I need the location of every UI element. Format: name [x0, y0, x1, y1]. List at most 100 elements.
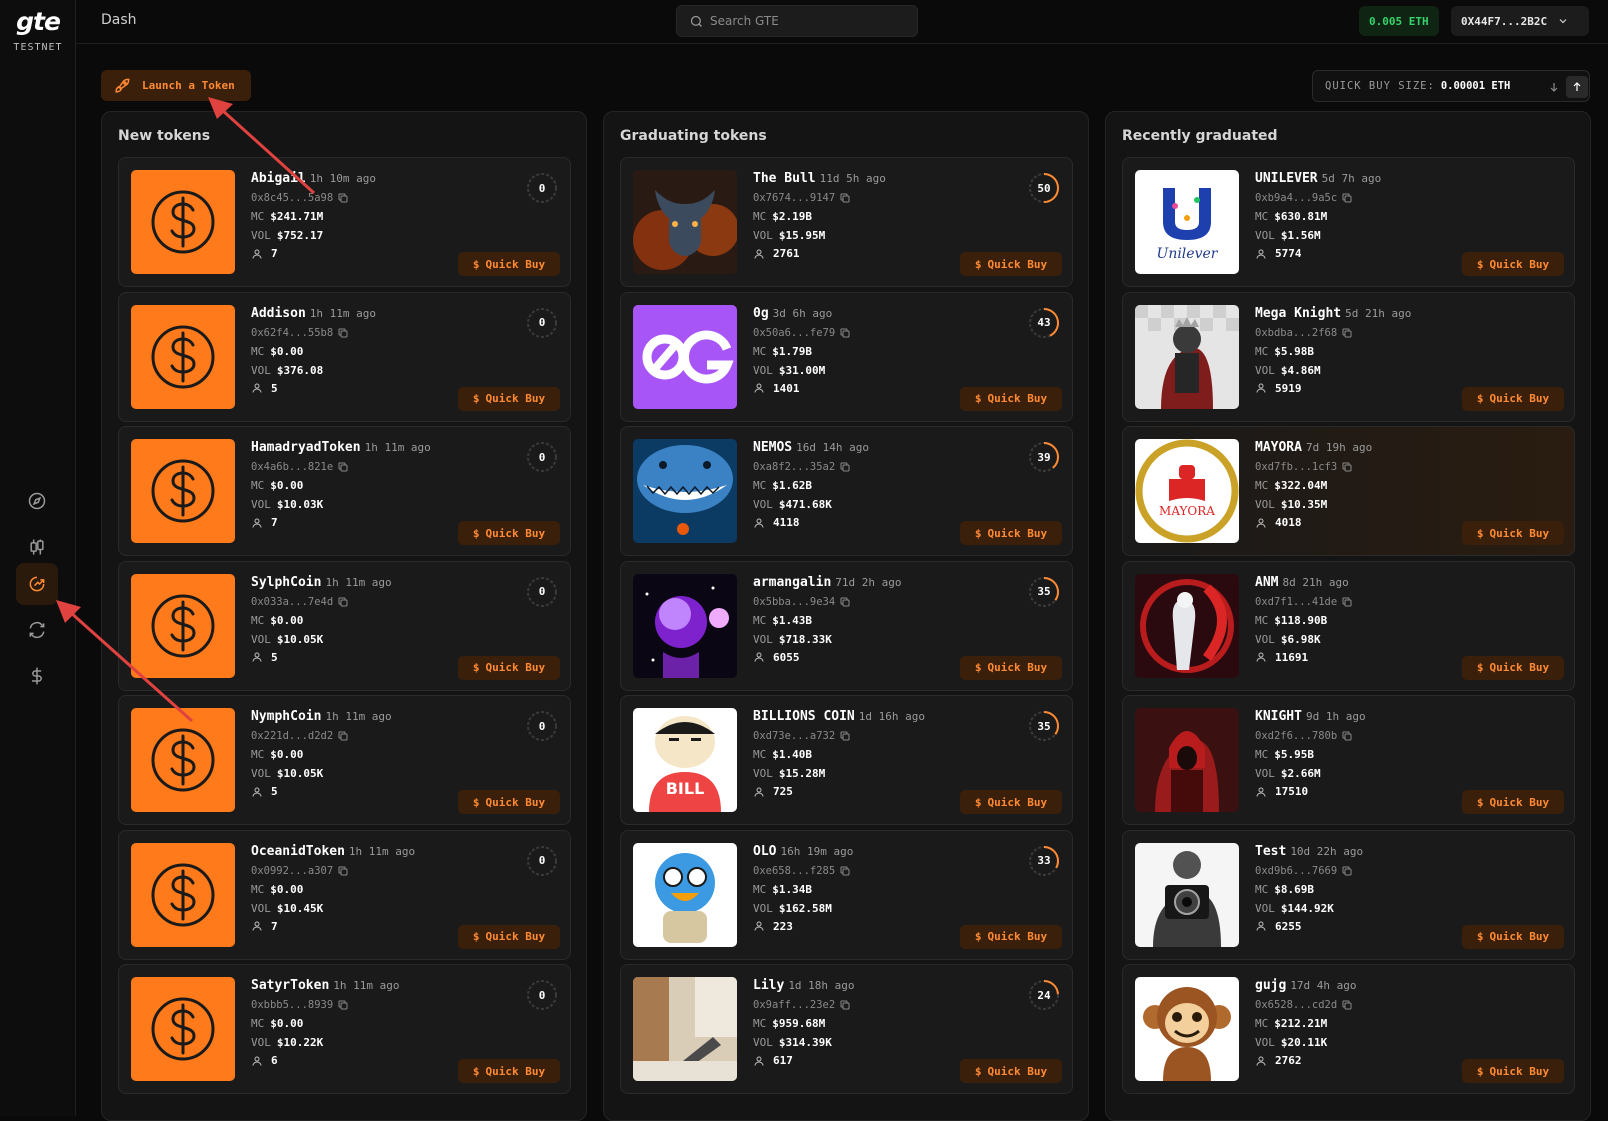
quick-buy-button[interactable]: $ Quick Buy [458, 386, 560, 411]
brand-logo[interactable]: gte TESTNET [10, 8, 66, 54]
copy-icon[interactable] [337, 461, 349, 473]
token-image[interactable] [131, 170, 235, 274]
quick-buy-button[interactable]: $ Quick Buy [458, 1059, 560, 1083]
quick-buy-button[interactable]: $ Quick Buy [1462, 521, 1564, 545]
token-name[interactable]: Abigail [251, 171, 306, 186]
copy-icon[interactable] [337, 192, 349, 204]
token-card[interactable]: Addison 1h 11m ago 0x62f4...55b8 MC $0.00 VOL… [118, 291, 571, 422]
quick-buy-button[interactable]: $ Quick Buy [1462, 924, 1564, 949]
token-image[interactable] [1135, 304, 1239, 409]
token-card[interactable]: MAYORA MAYORA 7d 19h ago 0xd7fb...1cf3 MC $32… [1122, 426, 1575, 556]
token-card[interactable]: SatyrToken 1h 11m ago 0xbbb5...8939 MC $0.00… [118, 964, 571, 1094]
token-image[interactable]: MAYORA [1135, 439, 1239, 543]
token-card[interactable]: NEMOS 16d 14h ago 0xa8f2...35a2 MC $1.62B VOL… [620, 426, 1073, 556]
token-card[interactable]: OLO 16h 19m ago 0xe658...f285 MC $1.34B VOL $1… [620, 829, 1073, 960]
copy-icon[interactable] [337, 730, 349, 742]
copy-icon[interactable] [839, 865, 851, 877]
token-card[interactable]: Unilever UNILEVER 5d 7h ago 0xb9a4...9a5c MC… [1122, 157, 1575, 287]
token-name[interactable]: SylphCoin [251, 575, 321, 590]
copy-icon[interactable] [337, 596, 349, 608]
token-card[interactable]: BILL BILLIONS COIN 1d 16h ago 0xd73e...a732… [620, 695, 1073, 825]
token-name[interactable]: ANM [1255, 575, 1278, 590]
token-image[interactable] [633, 977, 737, 1081]
token-image[interactable] [633, 304, 737, 409]
nav-launchpad[interactable] [16, 563, 58, 605]
token-card[interactable]: armangalin 71d 2h ago 0x5bba...9e34 MC $1.43… [620, 560, 1073, 691]
token-name[interactable]: Lily [753, 978, 784, 993]
copy-icon[interactable] [1341, 192, 1353, 204]
token-name[interactable]: gujg [1255, 978, 1286, 993]
token-name[interactable]: Test [1255, 844, 1286, 859]
token-image[interactable]: Unilever [1135, 170, 1239, 274]
token-card[interactable]: Mega Knight 5d 21h ago 0xbdba...2f68 MC $5.9… [1122, 291, 1575, 422]
quick-buy-button[interactable]: $ Quick Buy [458, 252, 560, 276]
token-image[interactable] [1135, 573, 1239, 678]
copy-icon[interactable] [1341, 461, 1353, 473]
quick-buy-button[interactable]: $ Quick Buy [458, 521, 560, 545]
nav-explore[interactable] [16, 480, 58, 522]
quick-buy-button[interactable]: $ Quick Buy [960, 924, 1062, 949]
token-name[interactable]: UNILEVER [1255, 171, 1318, 186]
token-name[interactable]: OceanidToken [251, 844, 345, 859]
copy-icon[interactable] [1341, 327, 1353, 339]
quick-buy-button[interactable]: $ Quick Buy [458, 655, 560, 680]
token-card[interactable]: The Bull 11d 5h ago 0x7674...9147 MC $2.19B V… [620, 157, 1073, 287]
quick-buy-button[interactable]: $ Quick Buy [1462, 386, 1564, 411]
token-card[interactable]: Abigail 1h 10m ago 0x8c45...5a98 MC $241.71M… [118, 157, 571, 287]
wallet-menu[interactable]: 0X44F7...2B2C [1451, 6, 1589, 36]
quick-buy-button[interactable]: $ Quick Buy [458, 790, 560, 814]
nav-swap[interactable] [16, 609, 58, 651]
sort-down-button[interactable] [1543, 76, 1565, 98]
quick-buy-size-value[interactable]: 0.00001 ETH [1441, 80, 1511, 92]
token-image[interactable] [131, 708, 235, 812]
quick-buy-size[interactable]: QUICK BUY SIZE: 0.00001 ETH [1312, 70, 1590, 102]
token-name[interactable]: armangalin [753, 575, 831, 590]
token-image[interactable] [633, 170, 737, 274]
token-image[interactable] [1135, 977, 1239, 1081]
quick-buy-button[interactable]: $ Quick Buy [1462, 790, 1564, 814]
token-image[interactable] [131, 842, 235, 947]
search-input[interactable] [710, 14, 910, 28]
copy-icon[interactable] [839, 596, 851, 608]
quick-buy-button[interactable]: $ Quick Buy [960, 790, 1062, 814]
token-image[interactable] [1135, 842, 1239, 947]
search-box[interactable] [676, 5, 918, 37]
token-name[interactable]: Mega Knight [1255, 306, 1341, 321]
token-name[interactable]: 0g [753, 306, 769, 321]
token-name[interactable]: Addison [251, 306, 306, 321]
token-name[interactable]: NymphCoin [251, 709, 321, 724]
token-card[interactable]: ANM 8d 21h ago 0xd7f1...41de MC $118.90B VOL $… [1122, 560, 1575, 691]
token-image[interactable] [633, 573, 737, 678]
token-card[interactable]: Test 10d 22h ago 0xd9b6...7669 MC $8.69B VOL $… [1122, 829, 1575, 960]
copy-icon[interactable] [1341, 730, 1353, 742]
token-card[interactable]: HamadryadToken 1h 11m ago 0x4a6b...821e MC $… [118, 426, 571, 556]
token-name[interactable]: KNIGHT [1255, 709, 1302, 724]
quick-buy-button[interactable]: $ Quick Buy [960, 521, 1062, 545]
token-name[interactable]: NEMOS [753, 440, 792, 455]
token-card[interactable]: Lily 1d 18h ago 0x9aff...23e2 MC $959.68M VOL… [620, 964, 1073, 1094]
token-image[interactable] [131, 439, 235, 543]
quick-buy-button[interactable]: $ Quick Buy [1462, 1059, 1564, 1083]
quick-buy-button[interactable]: $ Quick Buy [1462, 252, 1564, 276]
quick-buy-button[interactable]: $ Quick Buy [960, 386, 1062, 411]
copy-icon[interactable] [839, 327, 851, 339]
token-image[interactable]: BILL [633, 708, 737, 812]
quick-buy-button[interactable]: $ Quick Buy [960, 655, 1062, 680]
token-image[interactable] [131, 573, 235, 678]
quick-buy-button[interactable]: $ Quick Buy [960, 252, 1062, 276]
copy-icon[interactable] [1341, 865, 1353, 877]
copy-icon[interactable] [839, 192, 851, 204]
copy-icon[interactable] [839, 730, 851, 742]
launch-token-button[interactable]: Launch a Token [101, 70, 251, 101]
nav-earn[interactable] [16, 655, 58, 697]
copy-icon[interactable] [337, 865, 349, 877]
token-image[interactable] [1135, 708, 1239, 812]
token-image[interactable] [633, 842, 737, 947]
token-name[interactable]: The Bull [753, 171, 816, 186]
token-card[interactable]: gujg 17d 4h ago 0x6528...cd2d MC $212.21M VOL… [1122, 964, 1575, 1094]
nav-trade[interactable] [16, 526, 58, 568]
token-card[interactable]: NymphCoin 1h 11m ago 0x221d...d2d2 MC $0.00 V… [118, 695, 571, 825]
token-name[interactable]: MAYORA [1255, 440, 1302, 455]
token-name[interactable]: BILLIONS COIN [753, 709, 855, 724]
copy-icon[interactable] [1341, 999, 1353, 1011]
